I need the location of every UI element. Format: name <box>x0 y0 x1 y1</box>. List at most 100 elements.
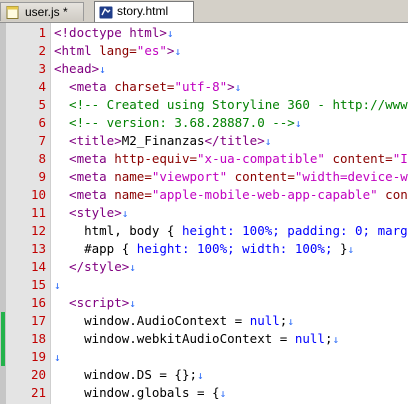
code-token: <!-- version: 3.68.28887.0 --> <box>54 115 295 130</box>
tab-story-html[interactable]: story.html <box>94 1 194 22</box>
code-line[interactable]: 4 <meta charset="utf-8">↓ <box>0 78 408 96</box>
newline-marker: ↓ <box>54 351 61 364</box>
code-line[interactable]: 11 <style>↓ <box>0 204 408 222</box>
code-text: </style>↓ <box>54 258 136 277</box>
code-text: window.AudioContext = null;↓ <box>54 312 294 331</box>
code-line[interactable]: 12 html, body { height: 100%; padding: 0… <box>0 222 408 240</box>
code-token: <!doctype html> <box>54 25 167 40</box>
code-token: globals <box>136 385 190 400</box>
code-line[interactable]: 14 </style>↓ <box>0 258 408 276</box>
code-line[interactable]: 13 #app { height: 100%; width: 100%; }↓ <box>0 240 408 258</box>
code-token: window. <box>54 331 137 346</box>
line-number: 11 <box>30 205 46 220</box>
tab-user-js[interactable]: user.js * <box>0 2 84 21</box>
code-token: null <box>294 331 325 346</box>
code-text: <style>↓ <box>54 204 128 223</box>
code-token: #app { <box>54 241 137 256</box>
code-token: null <box>249 313 280 328</box>
code-line[interactable]: 20 window.DS = {};↓ <box>0 366 408 384</box>
code-token: "es" <box>136 43 167 58</box>
code-token: webkitAudioContext <box>136 331 273 346</box>
newline-marker: ↓ <box>264 135 272 148</box>
code-editor[interactable]: 1 <!doctype html>↓ 2 <html lang="es">↓ 3 <hea… <box>0 23 408 404</box>
code-token: AudioContext <box>136 313 228 328</box>
code-text: <meta name="viewport" content="width=dev… <box>54 168 408 187</box>
line-number: 16 <box>30 295 46 310</box>
code-token: window. <box>54 313 137 328</box>
newline-marker: ↓ <box>54 279 61 292</box>
line-number: 13 <box>30 241 46 256</box>
newline-marker: ↓ <box>234 81 242 94</box>
code-token: > <box>227 79 235 94</box>
code-token: = <box>227 313 250 328</box>
code-token: http-equiv= <box>114 151 198 166</box>
code-token: content= <box>227 169 295 184</box>
line-number: 8 <box>38 151 46 166</box>
code-line[interactable]: 10 <meta name="apple-mobile-web-app-capa… <box>0 186 408 204</box>
code-line[interactable]: 16 <script>↓ <box>0 294 408 312</box>
newline-marker: ↓ <box>197 369 204 382</box>
code-token: </title> <box>204 133 265 148</box>
code-text: <meta http-equiv="x-ua-compatible" conte… <box>54 150 408 169</box>
newline-marker: ↓ <box>332 333 340 346</box>
code-token: <title> <box>54 133 122 148</box>
code-text: <!-- version: 3.68.28887.0 -->↓ <box>54 114 301 133</box>
code-token: "apple-mobile-web-app-capable" <box>151 187 378 202</box>
code-text: window.DS = {};↓ <box>54 366 204 385</box>
code-line[interactable]: 2 <html lang="es">↓ <box>0 42 408 60</box>
code-token: <meta <box>54 79 115 94</box>
code-line[interactable]: 7 <title>M2_Finanzas</title>↓ <box>0 132 408 150</box>
line-number: 18 <box>30 331 46 346</box>
code-line[interactable]: 17 window.AudioContext = null;↓ <box>0 312 408 330</box>
code-token: height: 100%; width: 100%; <box>136 241 333 256</box>
code-token: = {}; <box>151 367 198 382</box>
code-token: html, body { <box>54 223 182 238</box>
code-token: "width=device-width <box>294 169 408 184</box>
code-line[interactable]: 1 <!doctype html>↓ <box>0 24 408 42</box>
code-token: "viewport" <box>151 169 228 184</box>
code-token: window. <box>54 385 137 400</box>
code-text: html, body { height: 100%; padding: 0; m… <box>54 222 408 241</box>
code-token: DS <box>136 367 152 382</box>
code-text: #app { height: 100%; width: 100%; }↓ <box>54 240 354 259</box>
code-token: </style> <box>54 259 130 274</box>
code-text: ↓ <box>54 348 61 367</box>
newline-marker: ↓ <box>166 27 174 40</box>
code-token: <script> <box>54 295 130 310</box>
code-text: <!doctype html>↓ <box>54 24 174 43</box>
code-text: <script>↓ <box>54 294 136 313</box>
saved-change-marker <box>1 312 5 330</box>
code-token: } <box>332 241 348 256</box>
code-token: "x-ua-compatible" <box>197 151 325 166</box>
code-text: <meta charset="utf-8">↓ <box>54 78 241 97</box>
line-number: 3 <box>38 61 46 76</box>
code-line[interactable]: 8 <meta http-equiv="x-ua-compatible" con… <box>0 150 408 168</box>
code-token: content= <box>324 151 393 166</box>
code-text: <head>↓ <box>54 60 106 79</box>
code-line[interactable]: 15 ↓ <box>0 276 408 294</box>
code-line[interactable]: 21 window.globals = {↓ <box>0 384 408 402</box>
newline-marker: ↓ <box>287 315 294 328</box>
code-text: ↓ <box>54 276 61 295</box>
code-token: <head> <box>54 61 100 76</box>
tab-bar: user.js * story.html <box>0 0 408 23</box>
line-number: 9 <box>38 169 46 184</box>
code-token: <meta <box>54 169 115 184</box>
line-number: 6 <box>38 115 46 130</box>
code-line[interactable]: 3 <head>↓ <box>0 60 408 78</box>
newline-marker: ↓ <box>129 261 136 274</box>
code-line[interactable]: 18 window.webkitAudioContext = null;↓ <box>0 330 408 348</box>
line-number: 1 <box>38 25 46 40</box>
newline-marker: ↓ <box>219 387 227 400</box>
code-token: = <box>272 331 295 346</box>
line-number: 21 <box>30 385 46 400</box>
newline-marker: ↓ <box>121 207 129 220</box>
html-file-icon <box>99 6 113 19</box>
code-line[interactable]: 19 ↓ <box>0 348 408 366</box>
code-token: <!-- Created using Storyline 360 - http:… <box>54 97 408 112</box>
code-line[interactable]: 6 <!-- version: 3.68.28887.0 -->↓ <box>0 114 408 132</box>
saved-change-marker <box>1 348 5 366</box>
line-number: 20 <box>30 367 46 382</box>
code-line[interactable]: 5 <!-- Created using Storyline 360 - htt… <box>0 96 408 114</box>
code-line[interactable]: 9 <meta name="viewport" content="width=d… <box>0 168 408 186</box>
